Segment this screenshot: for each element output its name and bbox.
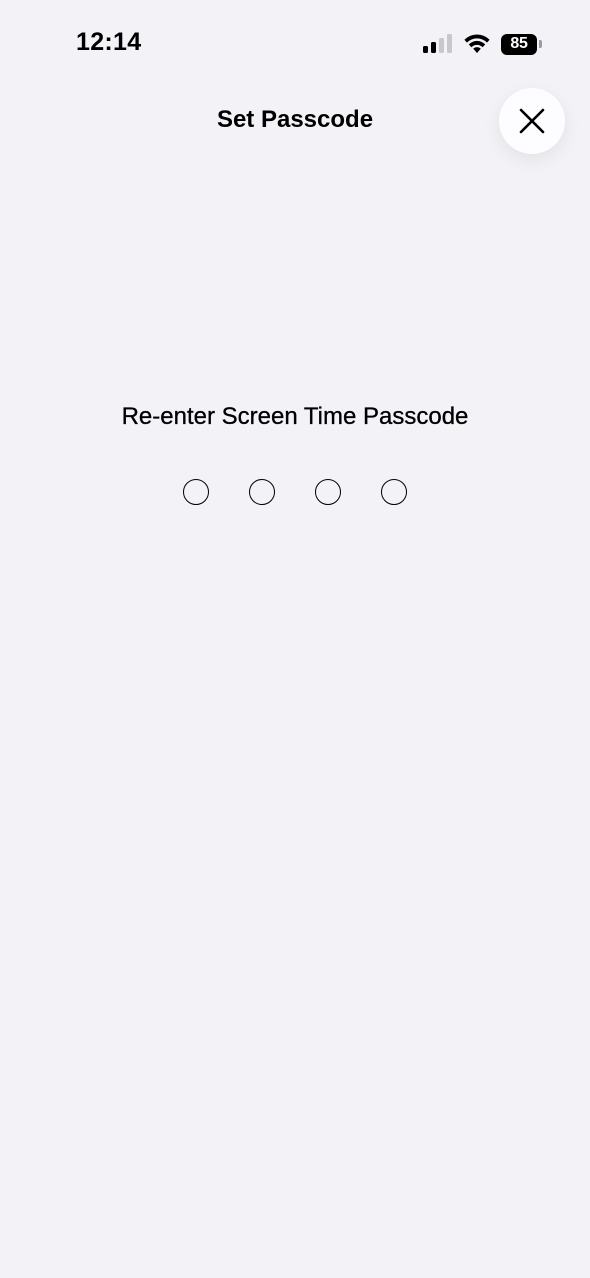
- passcode-prompt: Re-enter Screen Time Passcode: [121, 403, 469, 430]
- wifi-icon: [464, 34, 490, 53]
- passcode-dot: [315, 479, 341, 505]
- passcode-dot: [249, 479, 275, 505]
- cellular-signal-icon: [423, 34, 452, 53]
- battery-level: 85: [501, 33, 537, 55]
- passcode-entry[interactable]: [183, 477, 407, 507]
- status-bar: 12:14 85: [0, 0, 590, 88]
- passcode-dot: [381, 479, 407, 505]
- close-icon: [519, 108, 545, 134]
- close-button[interactable]: [499, 88, 565, 154]
- passcode-dot: [183, 479, 209, 505]
- battery-icon: 85: [501, 33, 542, 55]
- status-time: 12:14: [76, 28, 142, 56]
- status-icons: 85: [423, 32, 542, 56]
- battery-cap: [539, 40, 542, 48]
